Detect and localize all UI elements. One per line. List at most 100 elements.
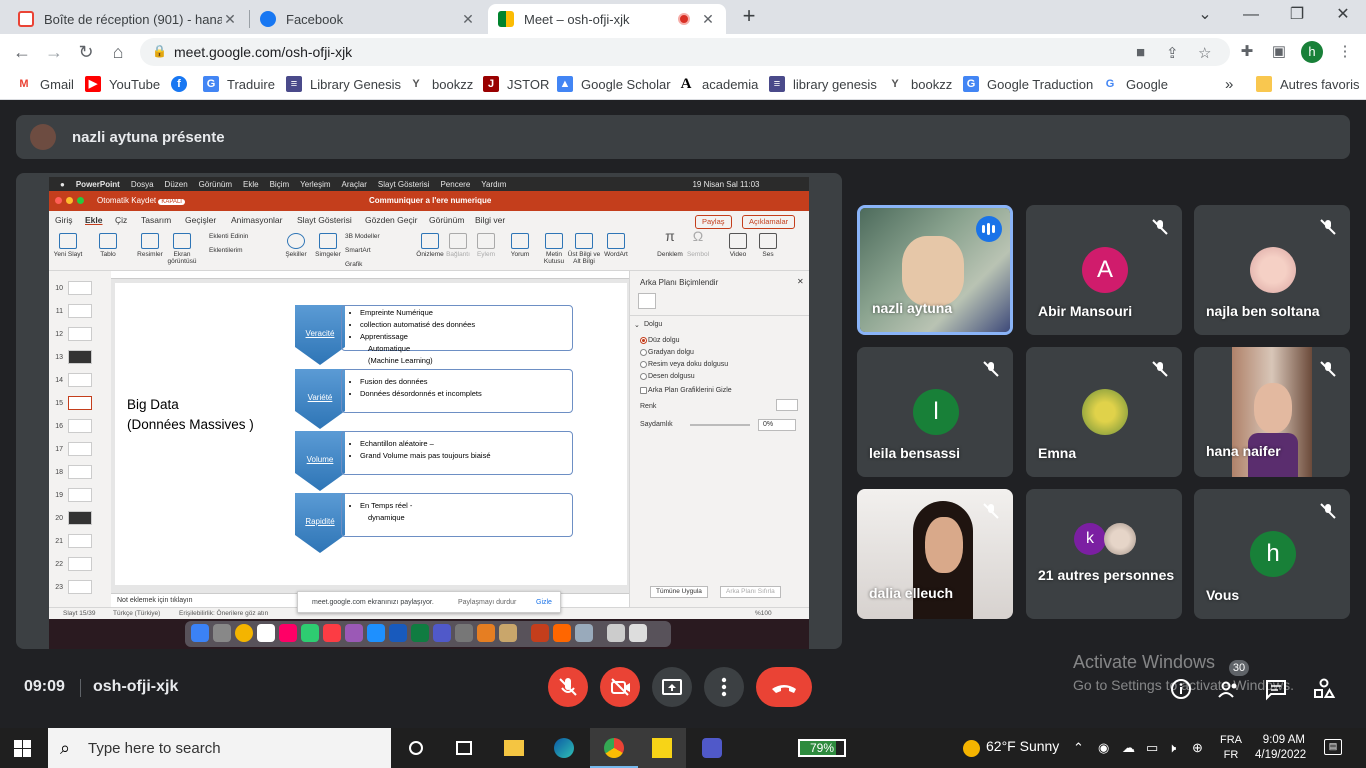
icons-icon (319, 233, 337, 249)
ribbon-tabs: Giriş Ekle Çiz Tasarım Geçişler Animasyo… (49, 211, 809, 229)
taskbar-search[interactable]: ⌕ Type here to search (48, 728, 391, 768)
teams-taskbar-icon[interactable] (688, 728, 736, 768)
bookmark-google-traduction[interactable]: G Google Traduction (963, 76, 1093, 92)
input-language[interactable]: FRA FR (1220, 733, 1242, 763)
present-button[interactable] (652, 667, 692, 707)
ribbon-button: Yorum (503, 233, 537, 258)
address-bar[interactable]: 🔒 meet.google.com/osh-ofji-xjk ■ ⇪ ☆ (140, 38, 1230, 66)
tray-chevron-icon[interactable]: ⌃ (1073, 740, 1084, 756)
ribbon-button: Ω Sembol (686, 228, 710, 258)
word-icon (389, 624, 407, 642)
zoom-level: %100 (755, 610, 772, 617)
bookmark-scholar[interactable]: ▲ Google Scholar (557, 76, 671, 92)
extensions-icon[interactable]: ✚ (1236, 41, 1258, 63)
lock-icon[interactable]: 🔒 (152, 44, 167, 58)
star-icon[interactable]: ☆ (1198, 44, 1211, 62)
sticky-notes-icon[interactable] (638, 728, 686, 768)
bookmark-facebook[interactable]: f (171, 76, 195, 92)
browser-toolbar: ← → ↻ ⌂ 🔒 meet.google.com/osh-ofji-xjk ■… (0, 34, 1366, 70)
participant-tile-others[interactable]: k 21 autres personnes (1026, 489, 1182, 619)
bookmark-google[interactable]: G Google (1102, 76, 1168, 92)
back-icon[interactable]: ← (10, 40, 34, 64)
slide-left-title: Big Data (Données Massives ) (127, 395, 254, 435)
mic-toggle-button[interactable] (548, 667, 588, 707)
participant-tile[interactable]: hana naifer (1194, 347, 1350, 477)
bookmark-academia[interactable]: Aacademia (678, 76, 758, 92)
presentation-stage[interactable]: ● PowerPoint Dosya Düzen Görünüm Ekle Bi… (16, 173, 842, 649)
screen-share-notice: meet.google.com ekranınızı paylaşıyor. P… (297, 591, 561, 613)
people-icon[interactable] (1217, 677, 1241, 701)
home-icon[interactable]: ⌂ (106, 40, 130, 64)
battery-icon[interactable]: ▭ (1146, 740, 1158, 756)
weather-text[interactable]: 62°F Sunny (986, 738, 1059, 754)
participant-face (1254, 383, 1292, 433)
tab-gmail[interactable]: Boîte de réception (901) - hana.n ✕ (8, 4, 248, 34)
participant-tile[interactable]: Emna (1026, 347, 1182, 477)
bullet: Automatique (368, 344, 411, 353)
participant-avatar: A (1082, 247, 1128, 293)
minimize-icon[interactable]: — (1228, 0, 1274, 32)
meet-tray-icon[interactable]: ◉ (1098, 740, 1109, 756)
new-tab-button[interactable]: + (738, 5, 760, 28)
volume-muted-icon[interactable]: 🕨 (1168, 740, 1176, 756)
windows-start-icon[interactable] (14, 740, 31, 757)
slide-thumb: 13 (53, 348, 109, 368)
reload-icon[interactable]: ↻ (74, 40, 98, 64)
info-icon[interactable] (1169, 677, 1193, 701)
leave-call-button[interactable] (756, 667, 812, 707)
close-icon[interactable]: ✕ (700, 11, 716, 28)
tab-facebook[interactable]: Facebook ✕ (250, 4, 486, 34)
participant-tile[interactable]: nazli aytuna (857, 205, 1013, 335)
more-options-button[interactable] (704, 667, 744, 707)
tab-meet[interactable]: Meet – osh-ofji-xjk ✕ (488, 4, 726, 34)
network-icon[interactable]: ⊕ (1192, 740, 1203, 756)
close-icon[interactable]: ✕ (222, 11, 238, 28)
forward-icon[interactable]: → (42, 40, 66, 64)
bookmarks-overflow[interactable]: » (1225, 76, 1233, 93)
side-panel-icon[interactable]: ▣ (1268, 41, 1290, 63)
bookmark-bookzz[interactable]: Ybookzz (408, 76, 473, 92)
share-notice-text: meet.google.com ekranınızı paylaşıyor. (312, 599, 434, 606)
ribbon-tab: Görünüm (429, 215, 465, 225)
tab-search-icon[interactable]: ⌄ (1182, 0, 1228, 32)
chat-icon[interactable] (1264, 677, 1288, 701)
profile-avatar[interactable]: h (1301, 41, 1323, 63)
cortana-icon[interactable] (392, 728, 440, 768)
participant-tile[interactable]: najla ben soltana (1194, 205, 1350, 335)
restore-icon[interactable]: ❐ (1274, 0, 1320, 32)
activities-icon[interactable] (1312, 677, 1336, 701)
bookmark-jstor[interactable]: J JSTOR (483, 76, 549, 92)
file-explorer-icon[interactable] (490, 728, 538, 768)
preview-icon (421, 233, 439, 249)
share-page-icon[interactable]: ⇪ (1166, 44, 1179, 62)
bookmark-bookzz2[interactable]: Ybookzz (887, 76, 952, 92)
cloud-icon[interactable]: ☁ (1122, 740, 1135, 756)
participant-tile[interactable]: dalia elleuch (857, 489, 1013, 619)
bookmark-libgen2[interactable]: ≡ library genesis (769, 76, 877, 92)
camera-icon[interactable]: ■ (1136, 44, 1145, 61)
bookmark-label: library genesis (793, 76, 877, 92)
participant-tile[interactable]: l leila bensassi (857, 347, 1013, 477)
edge-icon[interactable] (540, 728, 588, 768)
notifications-icon[interactable]: ▤ (1324, 739, 1342, 755)
bookmark-youtube[interactable]: ▶ YouTube (85, 76, 160, 92)
libgen-icon: ≡ (769, 76, 785, 92)
chrome-taskbar-icon[interactable] (590, 728, 638, 768)
taskbar-clock[interactable]: 9:09 AM 4/19/2022 (1255, 733, 1306, 763)
bookmark-traduire[interactable]: G Traduire (203, 76, 275, 92)
participant-avatar: k (1074, 523, 1106, 555)
bookmark-other[interactable]: Autres favoris (1256, 76, 1359, 92)
radio-icon (640, 373, 647, 380)
close-icon[interactable]: ✕ (460, 11, 476, 28)
content-box: En Temps réel - dynamique (341, 493, 573, 537)
bookmark-gmail[interactable]: M Gmail (16, 76, 74, 92)
participant-tile-self[interactable]: h Vous (1194, 489, 1350, 619)
camera-toggle-button[interactable] (600, 667, 640, 707)
window-close-icon[interactable]: ✕ (1320, 0, 1366, 32)
ribbon-button: Yeni Slayt (51, 233, 85, 258)
task-view-icon[interactable] (440, 728, 488, 768)
bookmark-label: Traduire (227, 76, 275, 92)
participant-tile[interactable]: A Abir Mansouri (1026, 205, 1182, 335)
menu-icon[interactable]: ⋮ (1334, 41, 1356, 63)
bookmark-libgen[interactable]: ≡ Library Genesis (286, 76, 401, 92)
